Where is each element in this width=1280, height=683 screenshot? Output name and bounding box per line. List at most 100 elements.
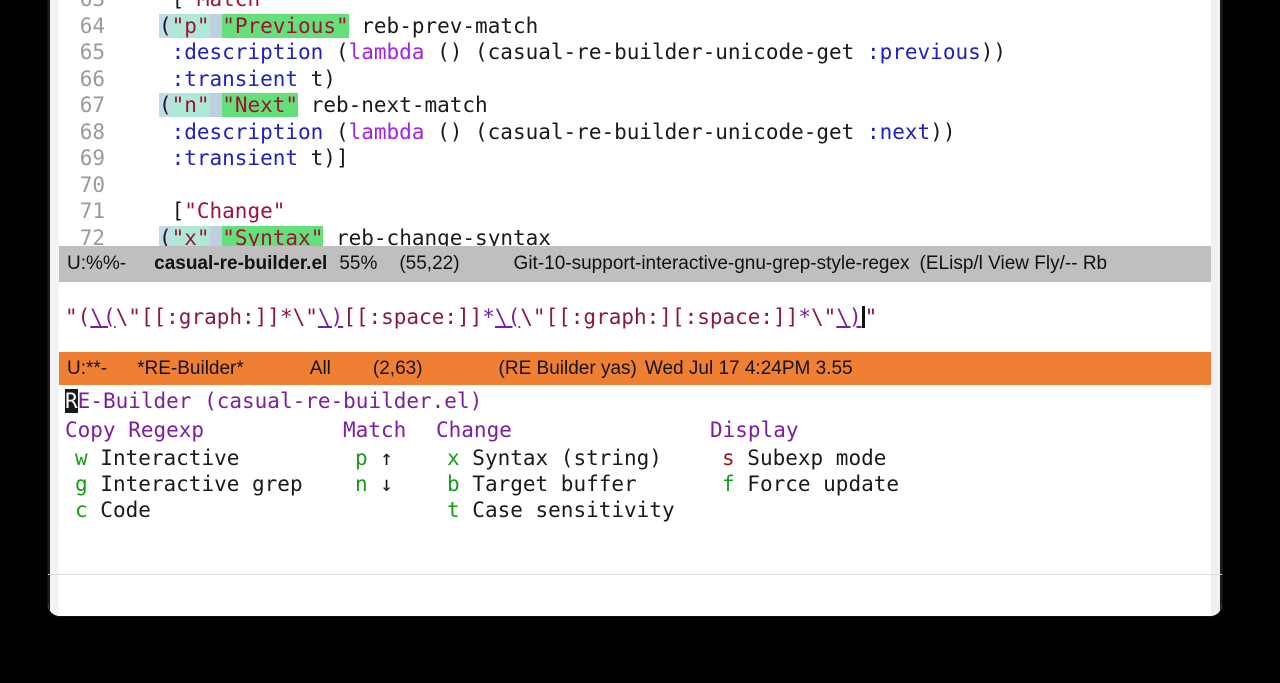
transient-item-interactive-grep[interactable]: g Interactive grep <box>75 471 303 497</box>
code-token: :description <box>171 40 324 64</box>
code-token <box>209 13 223 38</box>
modeline-percent: 55% <box>339 253 378 274</box>
transient-item-case-sensitivity[interactable]: t Case sensitivity <box>447 497 675 523</box>
modeline-vc-branch[interactable]: Git-10-support-interactive-gnu-grep-styl… <box>514 246 910 282</box>
code-token: t) <box>298 66 336 91</box>
code-line: 66 :transient t) <box>59 66 1211 93</box>
transient-key: p <box>355 446 368 470</box>
modeline-code-buffer[interactable]: U:%%- casual-re-builder.el 55% (55,22) Git-1… <box>59 246 1211 282</box>
transient-title: RE-Builder (casual-re-builder.el) <box>65 387 1211 416</box>
line-number: 65 <box>79 40 105 64</box>
screen-root: 63 ["Match"64 ("p" "Previous" reb-prev-m… <box>0 0 1280 683</box>
column-change: x Syntax (string) b Target buffer t Case s… <box>447 445 675 523</box>
line-number: 63 <box>59 0 121 13</box>
transient-key: w <box>75 446 88 470</box>
code-line: 67 ("n" "Next" reb-next-match <box>59 92 1211 119</box>
line-number: 71 <box>79 199 105 223</box>
code-line: 63 ["Match" <box>59 0 1211 13</box>
transient-label: Code <box>87 498 151 522</box>
code-line: 68 :description (lambda () (casual-re-bu… <box>59 119 1211 146</box>
code-token: :previous <box>866 40 981 64</box>
code-token: lambda <box>348 119 425 144</box>
transient-item-target-buffer[interactable]: b Target buffer <box>447 471 675 497</box>
code-token: "Previous" <box>222 13 349 38</box>
regexp-segment: \( <box>90 305 116 329</box>
transient-key: c <box>75 498 88 522</box>
transient-label: Case sensitivity <box>459 498 675 522</box>
transient-label: Target buffer <box>459 472 637 496</box>
code-token: "p" <box>171 13 210 38</box>
line-number: 68 <box>79 119 105 144</box>
transient-label: ↓ <box>367 472 393 496</box>
code-token: ( <box>323 40 349 64</box>
line-number: 66 <box>79 66 105 91</box>
emacs-window: 63 ["Match"64 ("p" "Previous" reb-prev-m… <box>48 0 1222 616</box>
modeline-re-status: U:**- <box>67 358 108 379</box>
regexp-segment: "( <box>65 305 91 329</box>
modeline-re-scroll: All <box>309 358 331 379</box>
transient-columns: w Interactive g Interactive grep c Code p … <box>65 445 1211 555</box>
transient-bottom-divider <box>48 574 1222 575</box>
transient-label: Interactive <box>87 446 240 470</box>
code-token: :description <box>171 119 324 144</box>
right-fringe-scrollbar[interactable] <box>1211 0 1222 616</box>
regexp-segment: \"[[:graph:][:space:]] <box>520 305 799 329</box>
modeline-status: U:%%- <box>67 253 127 274</box>
column-match: p ↑ n ↓ <box>355 445 393 497</box>
heading-display: Display <box>710 418 799 442</box>
code-token: reb-prev-match <box>348 13 539 38</box>
modeline-buffer-name: casual-re-builder.el <box>154 253 328 274</box>
code-token: "n" <box>171 93 210 117</box>
transient-label: Subexp mode <box>734 446 887 470</box>
regexp-segment: " <box>864 305 878 329</box>
line-number: 72 <box>79 225 105 247</box>
transient-menu: RE-Builder (casual-re-builder.el) Copy R… <box>59 385 1211 616</box>
transient-item-syntax-string[interactable]: x Syntax (string) <box>447 445 675 471</box>
transient-key: g <box>75 472 88 496</box>
code-token <box>209 225 223 246</box>
transient-group-headings: Copy Regexp Match Change Display <box>65 416 1211 445</box>
point-cursor: R <box>65 389 78 413</box>
modeline-position: (55,22) <box>399 253 460 274</box>
transient-key: f <box>722 472 735 496</box>
transient-key: t <box>447 498 460 522</box>
transient-item-[interactable]: n ↓ <box>355 471 393 497</box>
heading-copy-regexp: Copy Regexp <box>65 418 205 442</box>
transient-key: b <box>447 472 460 496</box>
heading-match: Match <box>343 418 407 442</box>
code-token: () (casual-re-builder-unicode-get <box>424 40 867 64</box>
transient-label: Force update <box>734 472 900 496</box>
heading-change: Change <box>436 418 512 442</box>
transient-item-subexp-mode[interactable]: s Subexp mode <box>722 445 899 471</box>
code-line: 70 <box>59 172 1211 199</box>
code-token: () (casual-re-builder-unicode-get <box>424 119 867 144</box>
line-number: 67 <box>79 93 105 117</box>
column-copy-regexp: w Interactive g Interactive grep c Code <box>75 445 303 523</box>
code-token: )) <box>930 119 956 144</box>
modeline-re-position: (2,63) <box>372 358 423 379</box>
regexp-segment: \"[[:graph:]]*\" <box>115 305 318 329</box>
code-buffer[interactable]: 63 ["Match"64 ("p" "Previous" reb-prev-m… <box>59 0 1211 246</box>
transient-title-text: E-Builder (casual-re-builder.el) <box>77 389 483 413</box>
re-builder-buffer[interactable]: "(\(\"[[:graph:]]*\"\)[[:space:]]*\(\"[[… <box>59 282 1211 352</box>
code-token: lambda <box>348 40 425 64</box>
code-token <box>209 93 223 117</box>
transient-item-code[interactable]: c Code <box>75 497 303 523</box>
emacs-frame-inner: 63 ["Match"64 ("p" "Previous" reb-prev-m… <box>48 0 1222 616</box>
modeline-major-modes: (ELisp/l View Fly/-- Rb <box>919 253 1108 274</box>
code-line: 64 ("p" "Previous" reb-prev-match <box>59 13 1211 40</box>
regexp-line[interactable]: "(\(\"[[:graph:]]*\"\)[[:space:]]*\(\"[[… <box>59 282 1211 352</box>
transient-item-[interactable]: p ↑ <box>355 445 393 471</box>
transient-item-force-update[interactable]: f Force update <box>722 471 899 497</box>
code-token: [ <box>172 0 185 11</box>
line-number: 69 <box>79 146 105 170</box>
regexp-segment: \) <box>317 305 344 329</box>
code-token: [ <box>171 199 185 223</box>
regexp-segment: \) <box>836 305 862 329</box>
regexp-segment: \( <box>494 305 521 329</box>
code-line: 65 :description (lambda () (casual-re-bu… <box>59 39 1211 66</box>
transient-key: n <box>355 472 368 496</box>
transient-item-interactive[interactable]: w Interactive <box>75 445 303 471</box>
code-token: reb-next-match <box>298 93 488 117</box>
modeline-re-builder[interactable]: U:**- *RE-Builder* All (2,63) (RE Builder ya… <box>59 352 1211 385</box>
